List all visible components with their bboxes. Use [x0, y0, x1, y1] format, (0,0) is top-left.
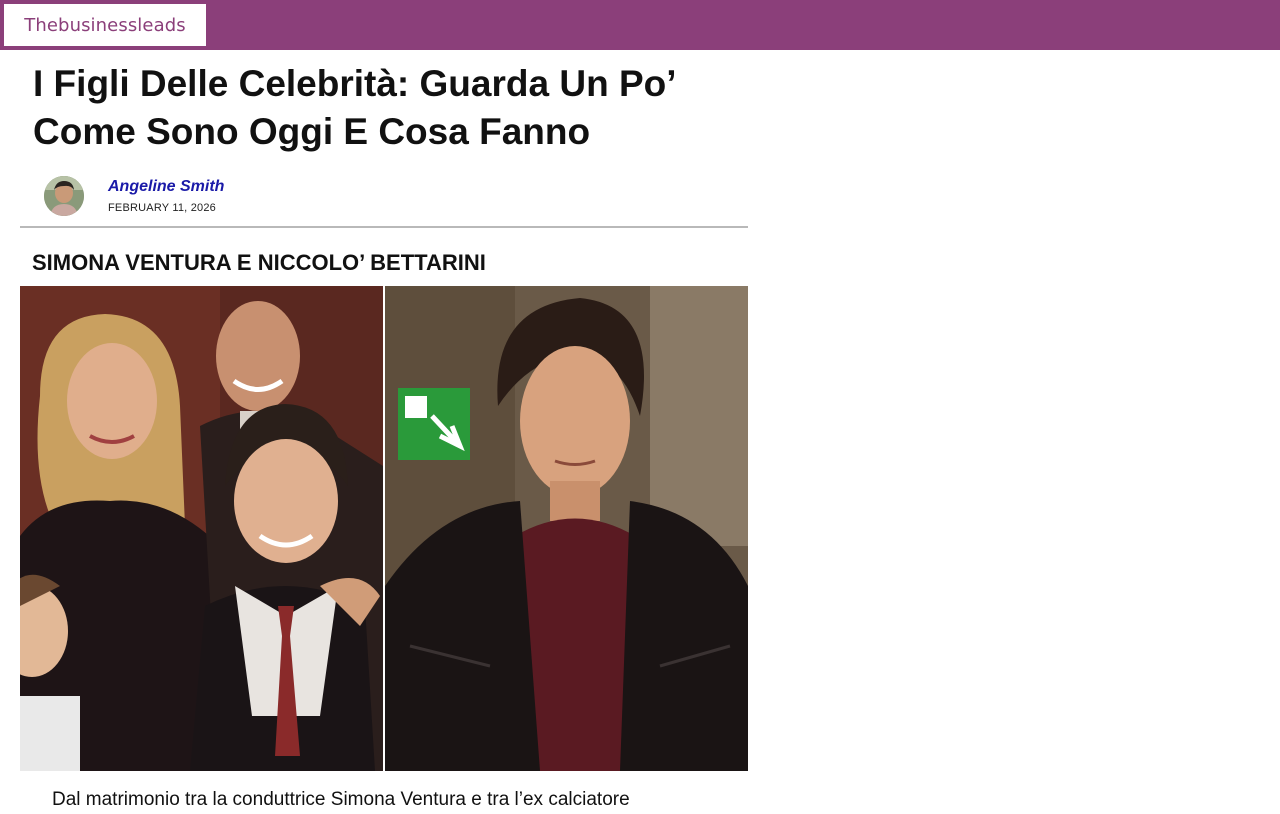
- section-title: SIMONA VENTURA E NICCOLO’ BETTARINI: [32, 250, 486, 275]
- article: I Figli Delle Celebrità: Guarda Un Po’ C…: [20, 50, 748, 771]
- article-paragraph: Dal matrimonio tra la conduttrice Simona…: [52, 789, 630, 810]
- site-logo-text: Thebusinessleads: [24, 14, 186, 36]
- article-photo: [20, 286, 748, 771]
- photo-collage: [20, 286, 748, 771]
- author-link[interactable]: Angeline Smith: [108, 178, 224, 196]
- byline: Angeline Smith FEBRUARY 11, 2026: [20, 172, 748, 224]
- publish-date: FEBRUARY 11, 2026: [108, 202, 216, 214]
- right-photo: [385, 286, 748, 771]
- site-logo-link[interactable]: Thebusinessleads: [4, 4, 206, 46]
- author-avatar[interactable]: [44, 176, 84, 216]
- left-photo: [20, 286, 383, 771]
- article-title: I Figli Delle Celebrità: Guarda Un Po’ C…: [33, 63, 675, 152]
- byline-divider: [20, 226, 748, 228]
- site-header-bar: Thebusinessleads: [0, 0, 1280, 50]
